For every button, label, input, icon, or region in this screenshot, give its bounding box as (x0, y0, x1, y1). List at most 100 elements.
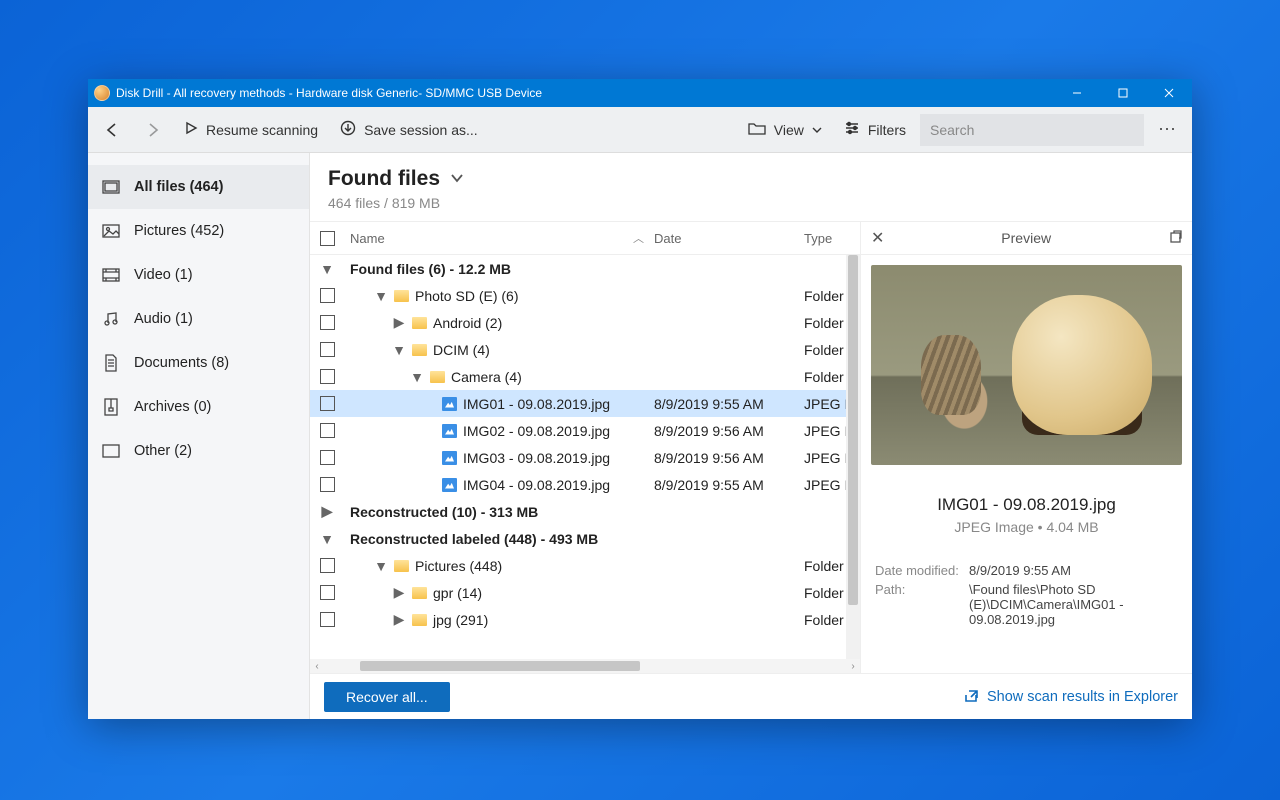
show-in-explorer-link[interactable]: Show scan results in Explorer (963, 687, 1178, 707)
horizontal-scrollbar[interactable]: ‹ › (310, 659, 860, 673)
folder-icon (430, 371, 445, 383)
resume-scanning-button[interactable]: Resume scanning (176, 113, 326, 147)
filters-label: Filters (868, 122, 906, 138)
tree-row[interactable]: ▶Android (2) Folder (310, 309, 860, 336)
sidebar-item-label: Archives (0) (134, 399, 211, 415)
main-panel: Found files 464 files / 819 MB Name ︿ Da… (310, 153, 1192, 719)
view-dropdown[interactable]: View (740, 113, 830, 147)
image-icon (442, 478, 457, 492)
app-icon (94, 85, 110, 101)
disclosure-down-icon[interactable]: ▼ (320, 531, 334, 547)
row-checkbox[interactable] (320, 477, 335, 492)
row-checkbox[interactable] (320, 612, 335, 627)
filters-button[interactable]: Filters (836, 113, 914, 147)
close-preview-button[interactable]: ✕ (871, 228, 884, 248)
sidebar-item-all-files[interactable]: All files (464) (88, 165, 309, 209)
column-type[interactable]: Type (804, 231, 860, 246)
maximize-button[interactable] (1100, 79, 1146, 107)
search-input[interactable] (920, 114, 1144, 146)
tree-row[interactable]: ▼Pictures (448) Folder (310, 552, 860, 579)
tree-row[interactable]: IMG04 - 09.08.2019.jpg 8/9/2019 9:55 AMJ… (310, 471, 860, 498)
close-button[interactable] (1146, 79, 1192, 107)
disclosure-down-icon[interactable]: ▼ (374, 288, 388, 304)
row-checkbox[interactable] (320, 396, 335, 411)
tree-row[interactable]: ▼Camera (4) Folder (310, 363, 860, 390)
disclosure-down-icon[interactable]: ▼ (410, 369, 424, 385)
save-session-label: Save session as... (364, 122, 478, 138)
folder-icon (394, 290, 409, 302)
minimize-button[interactable] (1054, 79, 1100, 107)
back-button[interactable] (96, 113, 130, 147)
image-icon (442, 424, 457, 438)
folder-icon (412, 317, 427, 329)
folder-icon (412, 587, 427, 599)
sidebar-item-other[interactable]: Other (2) (88, 429, 309, 473)
meta-value: \Found files\Photo SD (E)\DCIM\Camera\IM… (969, 582, 1178, 627)
file-tree: ▼ Found files (6) - 12.2 MB ▼Photo SD (E… (310, 255, 860, 659)
preview-panel: ✕ Preview IMG01 - 09.08.2019.jpg JPEG Im… (860, 221, 1192, 673)
disclosure-right-icon[interactable]: ▶ (320, 503, 334, 520)
disclosure-right-icon[interactable]: ▶ (392, 584, 406, 601)
sidebar: All files (464) Pictures (452) Video (1)… (88, 153, 310, 719)
tree-group[interactable]: ▼ Reconstructed labeled (448) - 493 MB (310, 525, 860, 552)
tree-row[interactable]: ▼DCIM (4) Folder (310, 336, 860, 363)
select-all-checkbox[interactable] (320, 231, 335, 246)
forward-button[interactable] (136, 113, 170, 147)
disclosure-right-icon[interactable]: ▶ (392, 314, 406, 331)
found-subtitle: 464 files / 819 MB (328, 195, 1174, 211)
tree-row[interactable]: IMG01 - 09.08.2019.jpg 8/9/2019 9:55 AMJ… (310, 390, 860, 417)
tree-row[interactable]: ▶gpr (14) Folder (310, 579, 860, 606)
tree-row[interactable]: ▶jpg (291) Folder (310, 606, 860, 633)
row-checkbox[interactable] (320, 369, 335, 384)
pictures-icon (102, 222, 120, 240)
row-checkbox[interactable] (320, 342, 335, 357)
row-checkbox[interactable] (320, 315, 335, 330)
row-checkbox[interactable] (320, 423, 335, 438)
meta-label: Path: (875, 582, 969, 627)
disclosure-down-icon[interactable]: ▼ (392, 342, 406, 358)
found-title[interactable]: Found files (328, 167, 1174, 191)
sidebar-item-pictures[interactable]: Pictures (452) (88, 209, 309, 253)
tree-group[interactable]: ▼ Found files (6) - 12.2 MB (310, 255, 860, 282)
sidebar-item-video[interactable]: Video (1) (88, 253, 309, 297)
disclosure-down-icon[interactable]: ▼ (320, 261, 334, 277)
sidebar-item-label: Other (2) (134, 443, 192, 459)
meta-label: Date modified: (875, 563, 969, 578)
sliders-icon (844, 120, 860, 139)
save-session-button[interactable]: Save session as... (332, 113, 486, 147)
row-checkbox[interactable] (320, 450, 335, 465)
tree-group[interactable]: ▶ Reconstructed (10) - 313 MB (310, 498, 860, 525)
view-label: View (774, 122, 804, 138)
scroll-right-icon[interactable]: › (846, 661, 860, 672)
sidebar-item-label: All files (464) (134, 179, 223, 195)
table-header: Name ︿ Date Type (310, 221, 860, 255)
found-header: Found files 464 files / 819 MB (310, 153, 1192, 221)
disclosure-right-icon[interactable]: ▶ (392, 611, 406, 628)
window-title: Disk Drill - All recovery methods - Hard… (116, 86, 1054, 100)
other-icon (102, 442, 120, 460)
row-checkbox[interactable] (320, 585, 335, 600)
disclosure-down-icon[interactable]: ▼ (374, 558, 388, 574)
image-icon (442, 451, 457, 465)
sidebar-item-audio[interactable]: Audio (1) (88, 297, 309, 341)
more-button[interactable]: ⋯ (1150, 113, 1184, 147)
sidebar-item-label: Audio (1) (134, 311, 193, 327)
titlebar: Disk Drill - All recovery methods - Hard… (88, 79, 1192, 107)
audio-icon (102, 310, 120, 328)
copy-icon[interactable] (1168, 230, 1182, 247)
row-checkbox[interactable] (320, 558, 335, 573)
column-date[interactable]: Date (654, 231, 804, 246)
recover-all-button[interactable]: Recover all... (324, 682, 450, 712)
tree-row[interactable]: ▼Photo SD (E) (6) Folder (310, 282, 860, 309)
documents-icon (102, 354, 120, 372)
column-name[interactable]: Name ︿ (344, 230, 654, 246)
toolbar: Resume scanning Save session as... View … (88, 107, 1192, 153)
tree-row[interactable]: IMG02 - 09.08.2019.jpg 8/9/2019 9:56 AMJ… (310, 417, 860, 444)
sidebar-item-documents[interactable]: Documents (8) (88, 341, 309, 385)
scroll-left-icon[interactable]: ‹ (310, 661, 324, 672)
preview-metadata: Date modified: 8/9/2019 9:55 AM Path: \F… (875, 563, 1178, 627)
row-checkbox[interactable] (320, 288, 335, 303)
vertical-scrollbar[interactable] (846, 255, 860, 659)
sidebar-item-archives[interactable]: Archives (0) (88, 385, 309, 429)
tree-row[interactable]: IMG03 - 09.08.2019.jpg 8/9/2019 9:56 AMJ… (310, 444, 860, 471)
